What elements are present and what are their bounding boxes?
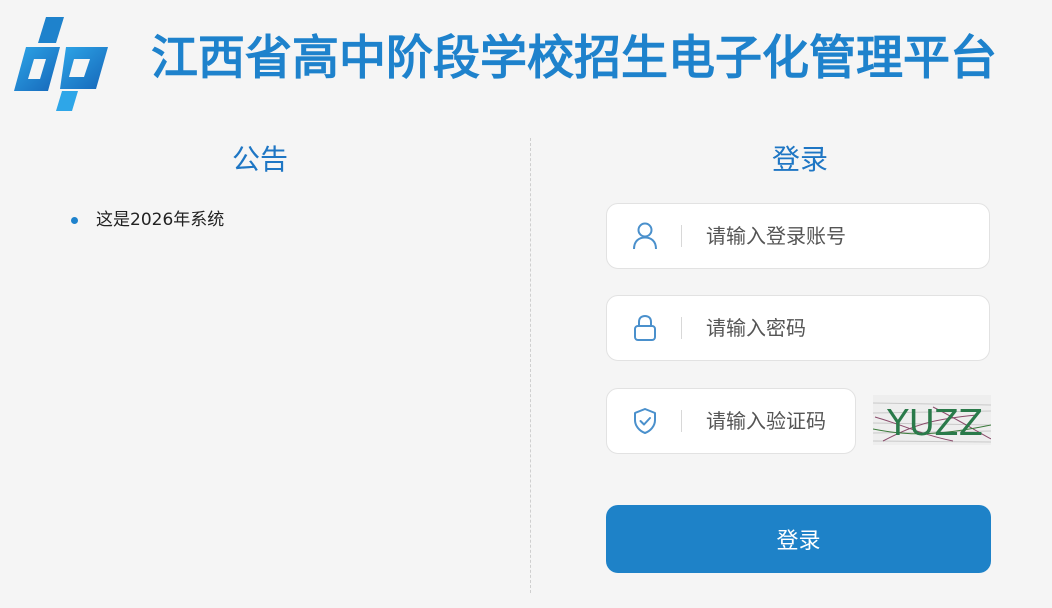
header: 江西省高中阶段学校招生电子化管理平台 xyxy=(0,0,1052,120)
platform-logo-icon xyxy=(14,17,108,111)
password-input[interactable] xyxy=(706,310,976,346)
login-title: 登录 xyxy=(771,143,828,176)
captcha-input[interactable] xyxy=(706,403,851,439)
notice-item[interactable]: 这是2026年系统 xyxy=(70,207,224,233)
password-field[interactable] xyxy=(606,295,990,361)
field-separator xyxy=(681,317,682,339)
field-separator xyxy=(681,410,682,432)
bullet-icon xyxy=(71,217,78,224)
field-separator xyxy=(681,225,682,247)
account-field[interactable] xyxy=(606,203,990,269)
shield-check-icon xyxy=(634,408,656,434)
column-divider xyxy=(530,138,531,593)
account-input[interactable] xyxy=(706,218,976,254)
notice-title: 公告 xyxy=(231,143,288,176)
notice-item-text[interactable]: 这是2026年系统 xyxy=(96,210,224,230)
login-button[interactable]: 登录 xyxy=(606,505,991,573)
captcha-image[interactable]: YUZZ xyxy=(873,395,991,445)
captcha-field[interactable] xyxy=(606,388,856,454)
user-icon xyxy=(633,222,657,250)
site-title: 江西省高中阶段学校招生电子化管理平台 xyxy=(151,31,997,86)
captcha-text: YUZZ xyxy=(886,403,983,444)
notice-list: 这是2026年系统 xyxy=(70,207,224,233)
lock-icon xyxy=(634,314,656,341)
